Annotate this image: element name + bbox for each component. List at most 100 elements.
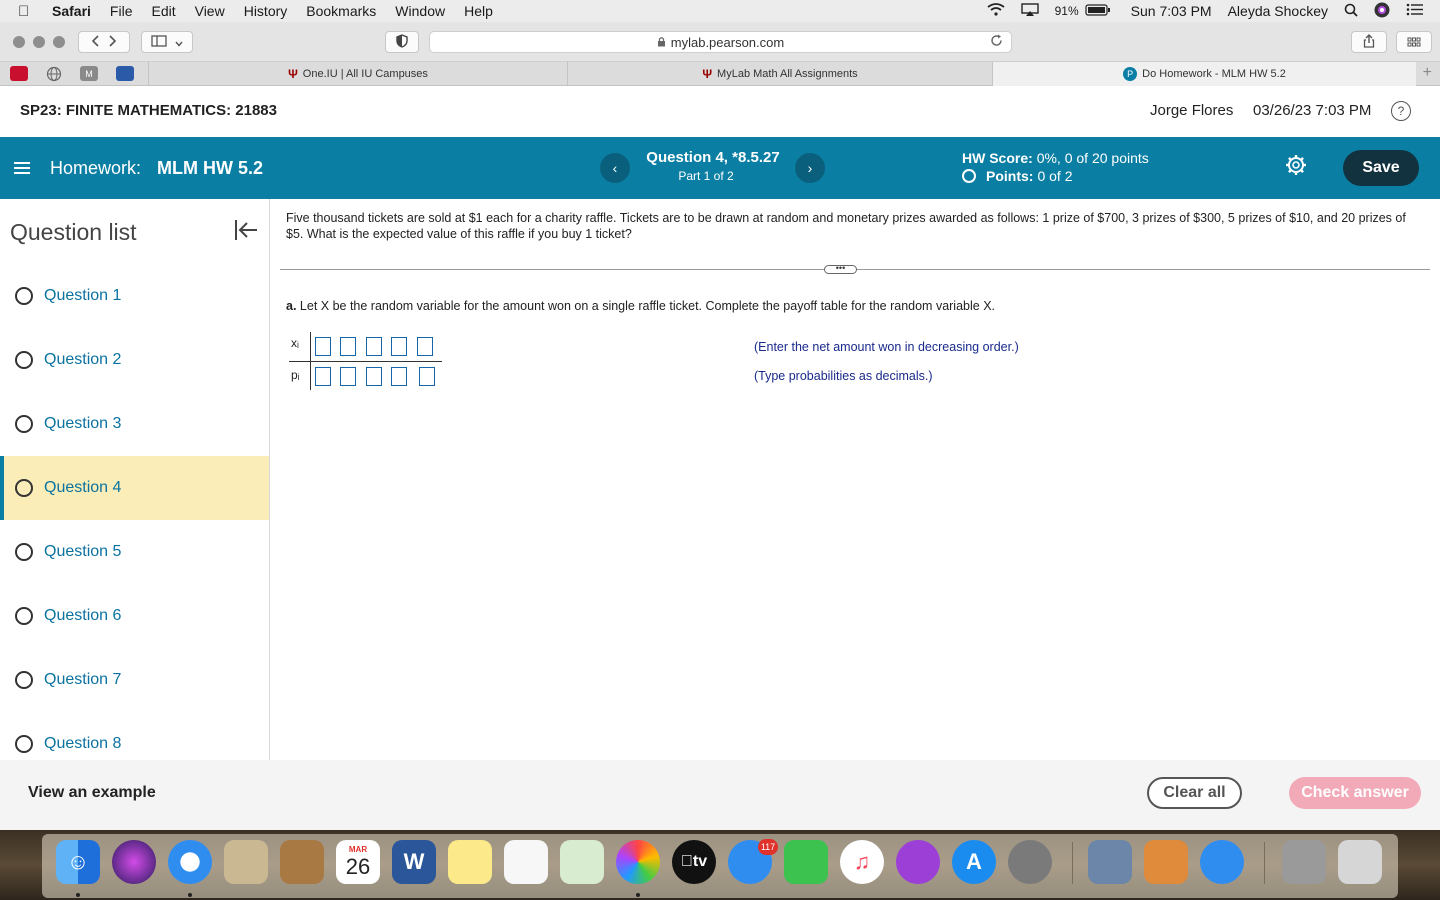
question-label: Question 2 <box>44 351 122 368</box>
user-name-menu[interactable]: Aleyda Shockey <box>1228 3 1328 19</box>
x-input-1[interactable] <box>315 337 331 356</box>
question-item-1[interactable]: Question 1 <box>0 264 269 328</box>
privacy-report-button[interactable] <box>385 31 419 53</box>
close-window-button[interactable] <box>13 36 25 48</box>
p-input-1[interactable] <box>315 367 331 386</box>
notification-center-icon[interactable] <box>1406 3 1424 19</box>
expand-more-button[interactable]: ••• <box>824 264 857 274</box>
p-row-label: pᵢ <box>291 368 300 382</box>
clock[interactable]: Sun 7:03 PM <box>1131 3 1212 19</box>
menu-safari[interactable]: Safari <box>52 3 91 19</box>
finder-icon[interactable]: ☺ <box>56 840 100 884</box>
reload-icon[interactable] <box>990 34 1003 50</box>
forward-icon[interactable] <box>109 34 117 50</box>
menu-history[interactable]: History <box>244 3 288 19</box>
spotlight-search-icon[interactable] <box>1344 3 1358 20</box>
p-input-5[interactable] <box>419 367 435 386</box>
wireless-diagnostics-icon[interactable] <box>1200 840 1244 884</box>
bookmark-globe-icon[interactable] <box>45 66 63 81</box>
menu-help[interactable]: Help <box>464 3 493 19</box>
question-item-3[interactable]: Question 3 <box>0 392 269 456</box>
apple-menu-icon[interactable]:  <box>18 3 36 20</box>
question-item-2[interactable]: Question 2 <box>0 328 269 392</box>
music-icon[interactable]: ♫ <box>840 840 884 884</box>
minimize-window-button[interactable] <box>33 36 45 48</box>
points-value: 0 of 2 <box>1037 168 1073 184</box>
view-example-link[interactable]: View an example <box>28 784 156 802</box>
tab-mylab-assignments[interactable]: Ψ MyLab Math All Assignments <box>567 62 992 86</box>
hamburger-menu-icon[interactable] <box>14 159 30 180</box>
tab-overview-button[interactable] <box>1396 31 1432 53</box>
help-icon[interactable]: ? <box>1391 101 1411 121</box>
p-row-hint: (Type probabilities as decimals.) <box>754 369 933 383</box>
clear-all-button[interactable]: Clear all <box>1147 777 1242 809</box>
reminders-icon[interactable] <box>504 840 548 884</box>
next-question-button[interactable]: › <box>795 153 825 183</box>
new-tab-icon[interactable]: + <box>1423 64 1432 82</box>
question-item-6[interactable]: Question 6 <box>0 584 269 648</box>
downloads-stack-icon[interactable] <box>1282 840 1326 884</box>
bookmark-favicon-red[interactable] <box>10 66 28 81</box>
collapse-sidebar-icon[interactable] <box>234 219 258 247</box>
question-item-8[interactable]: Question 8 <box>0 712 269 760</box>
status-circle-icon <box>15 671 33 689</box>
calendar-day: 26 <box>345 853 371 879</box>
check-answer-button[interactable]: Check answer <box>1289 777 1421 809</box>
siri-app-icon[interactable] <box>112 840 156 884</box>
menu-edit[interactable]: Edit <box>151 3 175 19</box>
menu-view[interactable]: View <box>195 3 225 19</box>
x-input-4[interactable] <box>391 337 407 356</box>
podcasts-icon[interactable] <box>896 840 940 884</box>
tab-bar: M Ψ One.IU | All IU Campuses Ψ MyLab Mat… <box>0 62 1440 86</box>
wifi-icon[interactable] <box>987 3 1005 19</box>
zoom-window-button[interactable] <box>53 36 65 48</box>
airplay-icon[interactable] <box>1020 3 1039 19</box>
app-store-icon[interactable]: A <box>952 840 996 884</box>
tab-do-homework[interactable]: P Do Homework - MLM HW 5.2 <box>992 62 1416 86</box>
battery-icon[interactable] <box>1085 3 1111 19</box>
bookmark-m[interactable]: M <box>80 66 98 81</box>
bookmark-blue-icon[interactable] <box>116 66 134 81</box>
preview-icon[interactable] <box>224 840 268 884</box>
trash-icon[interactable] <box>1338 840 1382 884</box>
p-input-2[interactable] <box>340 367 356 386</box>
x-input-3[interactable] <box>366 337 382 356</box>
p-input-3[interactable] <box>366 367 382 386</box>
p-input-4[interactable] <box>391 367 407 386</box>
word-icon[interactable]: W <box>392 840 436 884</box>
hw-score-value: 0%, 0 of 20 points <box>1036 150 1149 166</box>
sidebar-toggle-button[interactable] <box>141 31 193 53</box>
notes-icon[interactable] <box>448 840 492 884</box>
photos-icon[interactable] <box>616 840 660 884</box>
maps-icon[interactable] <box>560 840 604 884</box>
menu-file[interactable]: File <box>110 3 133 19</box>
share-button[interactable] <box>1351 31 1387 53</box>
calendar-icon[interactable]: MAR 26 <box>336 840 380 884</box>
address-bar[interactable]: mylab.pearson.com <box>429 31 1012 53</box>
x-input-5[interactable] <box>417 337 433 356</box>
save-button[interactable]: Save <box>1343 150 1419 186</box>
gear-icon[interactable] <box>1285 154 1307 182</box>
x-input-2[interactable] <box>340 337 356 356</box>
points-label: Points: <box>986 168 1034 184</box>
part-a-label: a. <box>286 299 297 313</box>
macos-menu-bar:  Safari File Edit View History Bookmark… <box>0 0 1440 22</box>
system-preferences-icon[interactable] <box>1008 840 1052 884</box>
menu-bookmarks[interactable]: Bookmarks <box>306 3 376 19</box>
calculator-icon[interactable] <box>1144 840 1188 884</box>
image-capture-icon[interactable] <box>1088 840 1132 884</box>
question-item-7[interactable]: Question 7 <box>0 648 269 712</box>
tab-one-iu[interactable]: Ψ One.IU | All IU Campuses <box>148 62 567 86</box>
siri-icon[interactable] <box>1374 2 1390 21</box>
back-icon[interactable] <box>91 34 99 50</box>
question-item-5[interactable]: Question 5 <box>0 520 269 584</box>
apple-tv-icon[interactable]: tv <box>672 840 716 884</box>
facetime-icon[interactable] <box>784 840 828 884</box>
previous-question-button[interactable]: ‹ <box>600 153 630 183</box>
contacts-icon[interactable] <box>280 840 324 884</box>
safari-icon[interactable] <box>168 840 212 884</box>
question-item-4[interactable]: Question 4 <box>0 456 269 520</box>
menu-window[interactable]: Window <box>395 3 445 19</box>
share-icon <box>1363 33 1375 51</box>
back-forward-buttons <box>78 31 130 53</box>
